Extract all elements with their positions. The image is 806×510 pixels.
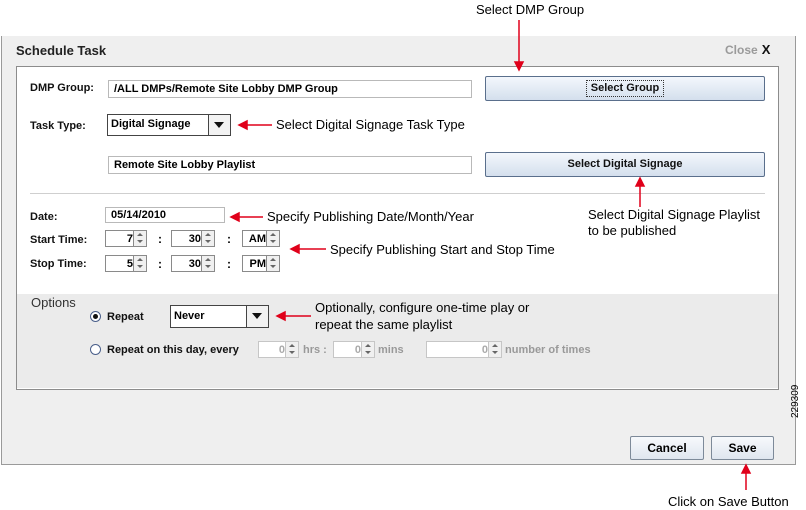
arrowhead-icon bbox=[634, 176, 646, 187]
arrowhead-icon bbox=[237, 119, 248, 131]
arrowhead-icon bbox=[740, 463, 752, 474]
arrowhead-icon bbox=[289, 243, 300, 255]
annotation-arrows bbox=[229, 20, 752, 490]
arrowhead-icon bbox=[229, 211, 240, 223]
arrowhead-icon bbox=[513, 61, 525, 72]
arrowhead-icon bbox=[275, 310, 286, 322]
